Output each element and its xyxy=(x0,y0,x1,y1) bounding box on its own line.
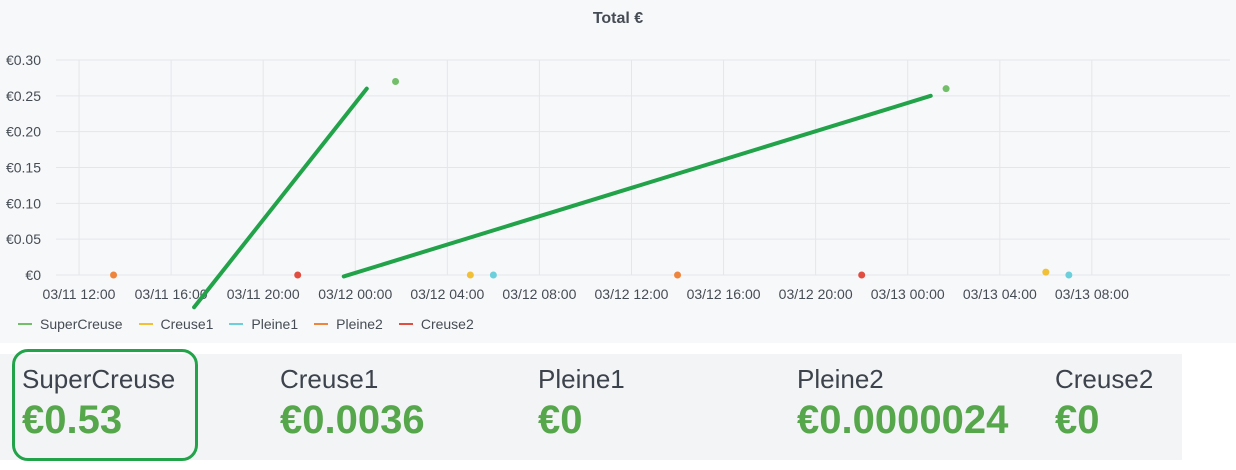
legend-swatch xyxy=(138,323,153,325)
y-tick-label: €0 xyxy=(25,267,41,283)
x-tick-label: 03/12 12:00 xyxy=(595,286,669,302)
legend-swatch xyxy=(398,323,413,325)
legend-swatch xyxy=(18,323,32,325)
data-point-pleine2 xyxy=(110,271,118,279)
stat-value: €0.0000024 xyxy=(797,398,1009,442)
chart-legend: SuperCreuse Creuse1 Pleine1 Pleine2 Creuse2 xyxy=(18,316,474,332)
chart-panel: Total € 03/11 12:00 03/11 16:00 03/11 20:0… xyxy=(0,0,1236,343)
x-tick-label: 03/13 08:00 xyxy=(1055,286,1129,302)
legend-item-creuse1[interactable]: Creuse1 xyxy=(138,316,214,332)
legend-item-pleine2[interactable]: Pleine2 xyxy=(314,316,383,332)
data-point-creuse2 xyxy=(858,271,866,279)
x-tick-label: 03/12 16:00 xyxy=(687,286,761,302)
data-point-creuse1 xyxy=(1042,268,1050,276)
chart-plot: 03/11 12:00 03/11 16:00 03/11 20:00 03/12 0… xyxy=(6,52,1230,310)
legend-item-creuse2[interactable]: Creuse2 xyxy=(398,316,474,332)
annotation-line xyxy=(192,86,369,310)
legend-label: Creuse2 xyxy=(420,316,474,332)
y-tick-label: €0.10 xyxy=(6,195,41,211)
stat-label: Creuse2 xyxy=(1055,364,1154,394)
stat-label: Pleine2 xyxy=(797,364,884,394)
x-tick-label: 03/11 20:00 xyxy=(227,286,300,302)
annotation-line xyxy=(341,93,933,279)
stat-value: €0 xyxy=(1055,398,1100,442)
y-tick-label: €0.20 xyxy=(6,124,41,140)
x-tick-label: 03/12 04:00 xyxy=(410,286,484,302)
y-tick-label: €0.15 xyxy=(6,160,41,176)
legend-swatch xyxy=(314,323,329,325)
legend-swatch xyxy=(229,323,244,325)
legend-label: Pleine2 xyxy=(336,316,383,332)
data-point-creuse2 xyxy=(294,271,302,279)
stat-value: €0.0036 xyxy=(280,398,425,442)
legend-label: Creuse1 xyxy=(160,316,214,332)
legend-item-pleine1[interactable]: Pleine1 xyxy=(229,316,298,332)
data-point-supercreuse xyxy=(392,78,400,85)
data-point-pleine1 xyxy=(489,271,497,279)
y-tick-label: €0.25 xyxy=(6,88,41,104)
x-tick-label: 03/13 00:00 xyxy=(871,286,945,302)
legend-label: Pleine1 xyxy=(251,316,299,332)
stat-value: €0 xyxy=(538,398,583,442)
x-tick-label: 03/12 08:00 xyxy=(502,286,576,302)
x-tick-label: 03/11 16:00 xyxy=(135,286,208,302)
data-point-creuse1 xyxy=(466,271,474,279)
x-tick-label: 03/12 00:00 xyxy=(318,286,392,302)
data-point-supercreuse xyxy=(942,85,950,93)
y-tick-label: €0.05 xyxy=(6,231,41,247)
x-tick-label: 03/13 04:00 xyxy=(963,286,1037,302)
y-tick-label: €0.30 xyxy=(6,52,41,68)
data-point-pleine2 xyxy=(674,271,682,279)
legend-item-supercreuse[interactable]: SuperCreuse xyxy=(18,316,123,332)
data-point-pleine1 xyxy=(1065,271,1073,279)
highlight-box xyxy=(12,349,198,461)
stat-label: Pleine1 xyxy=(538,364,625,394)
legend-label: SuperCreuse xyxy=(40,316,123,332)
x-tick-label: 03/12 20:00 xyxy=(779,286,853,302)
stat-label: Creuse1 xyxy=(280,364,379,394)
x-tick-label: 03/11 12:00 xyxy=(43,286,116,302)
